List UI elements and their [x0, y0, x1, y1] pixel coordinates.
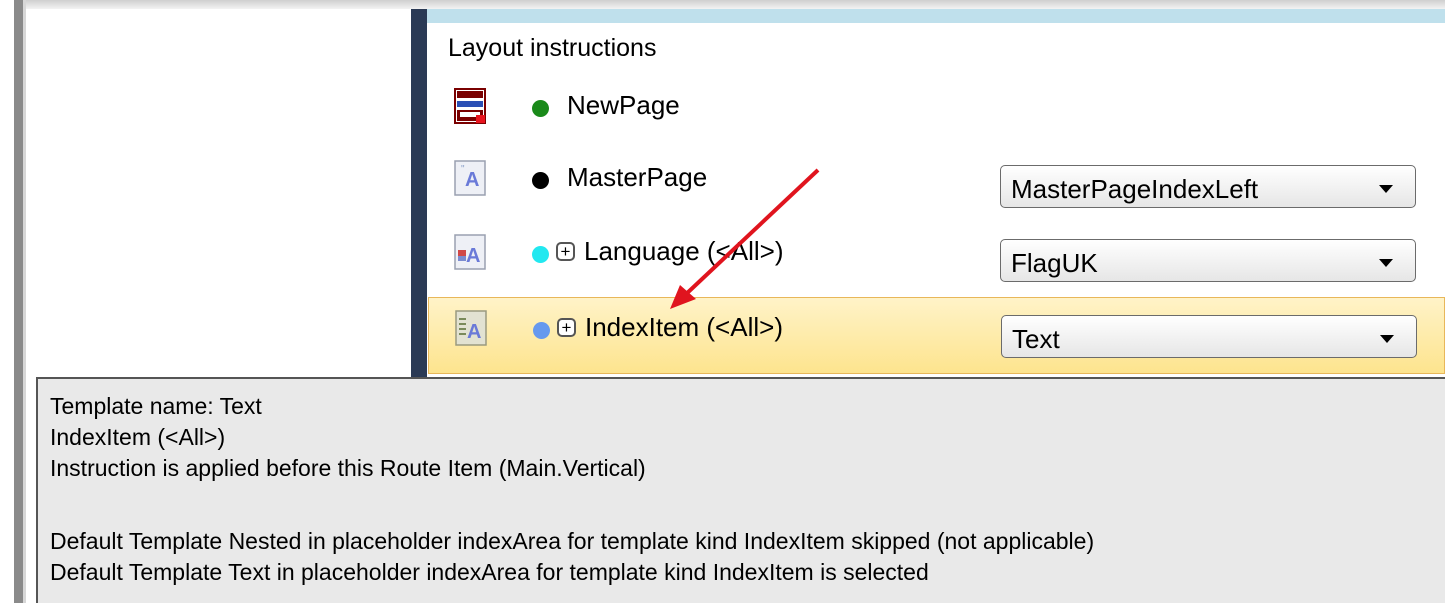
chevron-down-icon — [1379, 259, 1393, 267]
svg-text:A: A — [466, 245, 480, 267]
select-value: MasterPageIndexLeft — [1011, 174, 1259, 204]
tooltip-line: Default Template Nested in placeholder i… — [50, 528, 1095, 554]
panel-header-strip — [427, 9, 1445, 23]
chevron-down-icon — [1379, 185, 1393, 193]
row-label: IndexItem (<All>) — [585, 312, 783, 342]
index-frame-icon: A — [455, 310, 487, 346]
expand-button[interactable]: + — [557, 318, 576, 337]
tooltip-line: Instruction is applied before this Route… — [50, 455, 646, 481]
template-select-indexitem[interactable]: Text — [1001, 315, 1417, 358]
row-label: Language (<All>) — [584, 236, 784, 266]
language-frame-icon: A — [454, 234, 486, 270]
new-page-icon — [454, 88, 486, 124]
tooltip-line: Template name: Text — [50, 393, 262, 419]
select-value: FlagUK — [1011, 248, 1098, 278]
tooltip-line: Default Template Text in placeholder ind… — [50, 559, 929, 585]
instruction-row-indexitem[interactable]: A + IndexItem (<All>) Text — [428, 297, 1445, 374]
select-value: Text — [1012, 324, 1060, 354]
status-dot-green — [532, 100, 549, 117]
template-select-language[interactable]: FlagUK — [1000, 239, 1416, 282]
status-dot-blue — [533, 322, 550, 339]
status-dot-cyan — [532, 246, 549, 263]
text-frame-icon: " A — [454, 160, 486, 196]
window-left-border — [14, 0, 23, 603]
instruction-row-newpage[interactable]: NewPage — [428, 76, 1445, 150]
window-top-border — [26, 0, 1445, 9]
panel-title: Layout instructions — [448, 34, 657, 62]
svg-text:A: A — [467, 321, 481, 343]
row-label: MasterPage — [567, 162, 708, 192]
template-select-masterpage[interactable]: MasterPageIndexLeft — [1000, 165, 1416, 208]
row-label: NewPage — [567, 90, 680, 120]
chevron-down-icon — [1380, 335, 1394, 343]
svg-text:A: A — [465, 169, 479, 191]
window-left-border-inner — [23, 0, 26, 603]
expand-button[interactable]: + — [556, 242, 575, 261]
instruction-row-masterpage[interactable]: " A MasterPage MasterPageIndexLeft — [428, 148, 1445, 222]
template-info-tooltip: Template name: Text IndexItem (<All>) In… — [36, 377, 1445, 603]
instruction-row-language[interactable]: A + Language (<All>) FlagUK — [428, 222, 1445, 296]
tooltip-line: IndexItem (<All>) — [50, 424, 226, 450]
panel-splitter[interactable] — [411, 9, 427, 379]
status-dot-black — [532, 172, 549, 189]
